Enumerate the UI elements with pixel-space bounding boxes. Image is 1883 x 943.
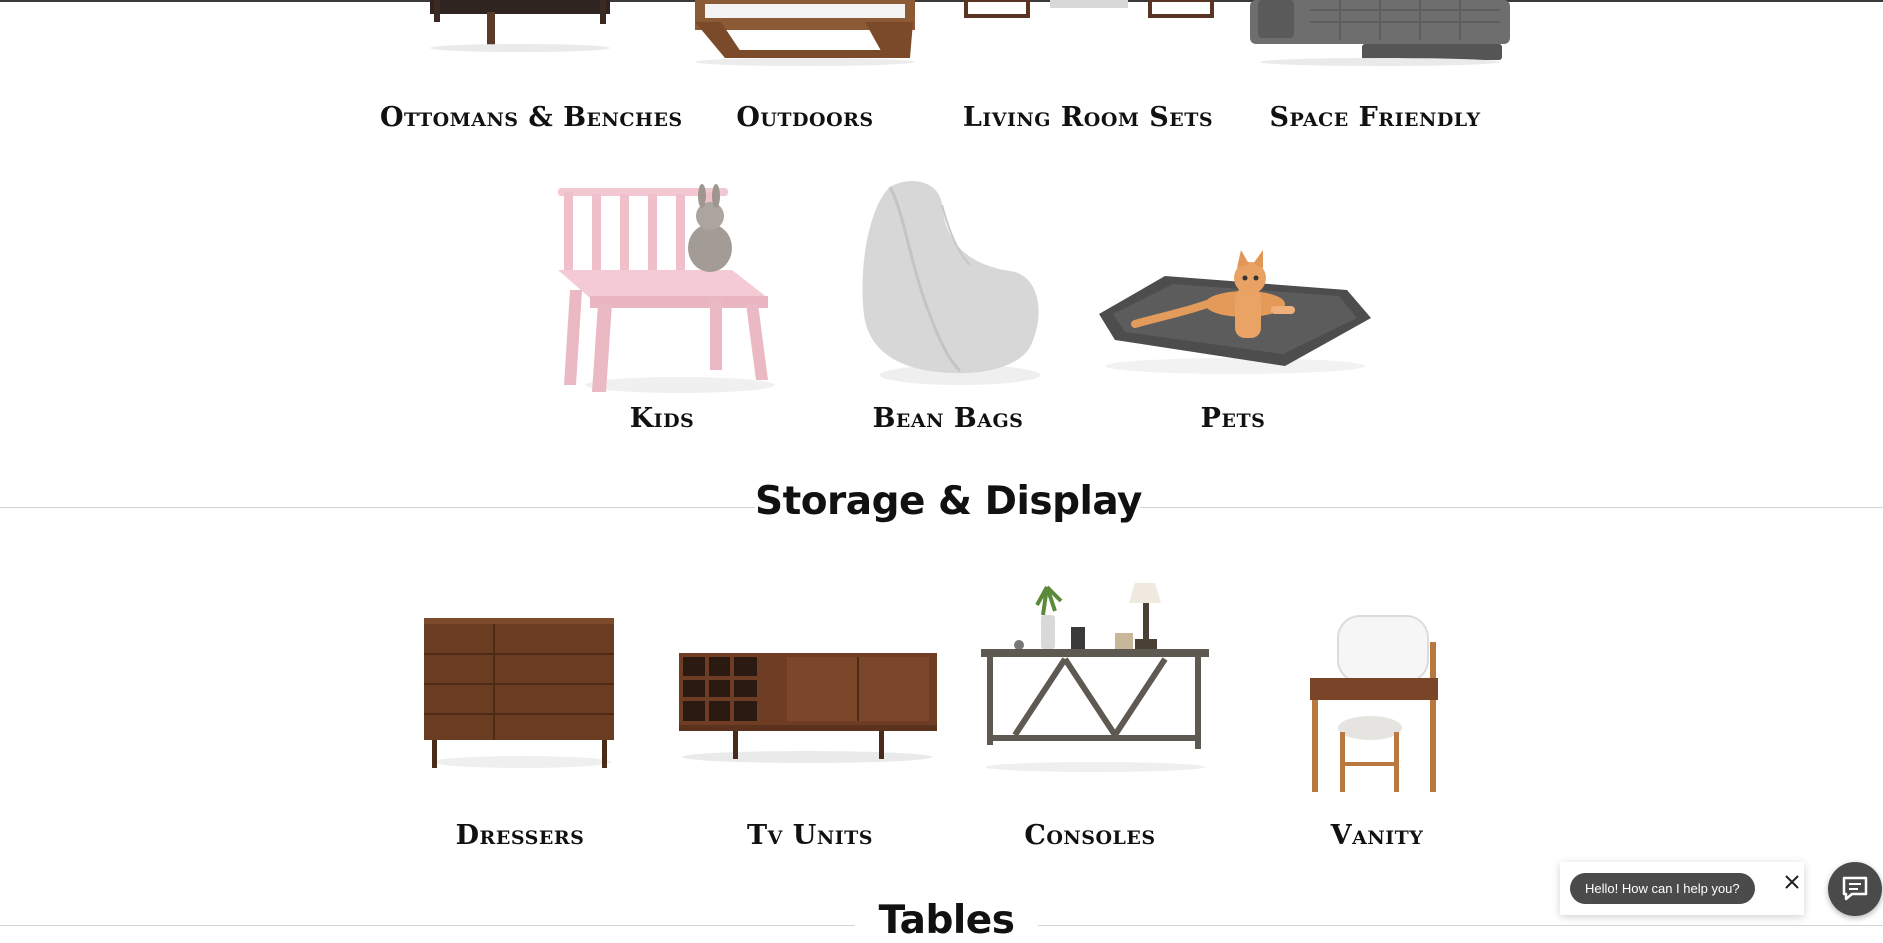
section-title-storage-display: Storage & Display — [755, 479, 1142, 524]
tv-unit-image[interactable] — [675, 645, 940, 770]
section-divider-left — [0, 507, 755, 508]
console-table-image[interactable] — [975, 575, 1215, 775]
chat-icon — [1842, 876, 1868, 901]
section-divider-right — [1140, 507, 1883, 508]
category-vanity[interactable]: Vanity — [1257, 820, 1497, 851]
chat-launcher-button[interactable] — [1828, 862, 1882, 916]
kids-bench-image[interactable] — [550, 180, 780, 400]
chat-greeting-panel: Hello! How can I help you? — [1560, 862, 1804, 915]
tables-divider-right — [1038, 925, 1883, 926]
category-outdoors[interactable]: Outdoors — [665, 102, 945, 133]
category-ottomans-benches[interactable]: Ottomans & Benches — [380, 102, 682, 133]
dresser-image[interactable] — [418, 610, 623, 775]
space-friendly-image[interactable] — [1250, 0, 1510, 70]
category-space-friendly[interactable]: Space Friendly — [1235, 102, 1515, 133]
category-bean-bags[interactable]: Bean Bags — [838, 403, 1058, 434]
category-dressers[interactable]: Dressers — [400, 820, 640, 851]
vanity-image[interactable] — [1300, 612, 1450, 798]
category-pets[interactable]: Pets — [1123, 403, 1343, 434]
bean-bag-image[interactable] — [850, 175, 1060, 390]
category-consoles[interactable]: Consoles — [970, 820, 1210, 851]
category-tv-units[interactable]: Tv Units — [690, 820, 930, 851]
page-top-border — [0, 0, 1883, 2]
section-title-tables: Tables — [878, 898, 1015, 943]
living-room-sets-image[interactable] — [960, 0, 1215, 30]
tables-divider-left — [0, 925, 855, 926]
close-icon[interactable] — [1784, 874, 1800, 890]
category-kids[interactable]: Kids — [552, 403, 772, 434]
chat-greeting-bubble[interactable]: Hello! How can I help you? — [1570, 873, 1755, 904]
category-living-room-sets[interactable]: Living Room Sets — [948, 102, 1228, 133]
pet-bed-image[interactable] — [1095, 228, 1375, 378]
outdoors-image[interactable] — [685, 0, 925, 70]
ottomans-benches-image[interactable] — [410, 0, 630, 60]
